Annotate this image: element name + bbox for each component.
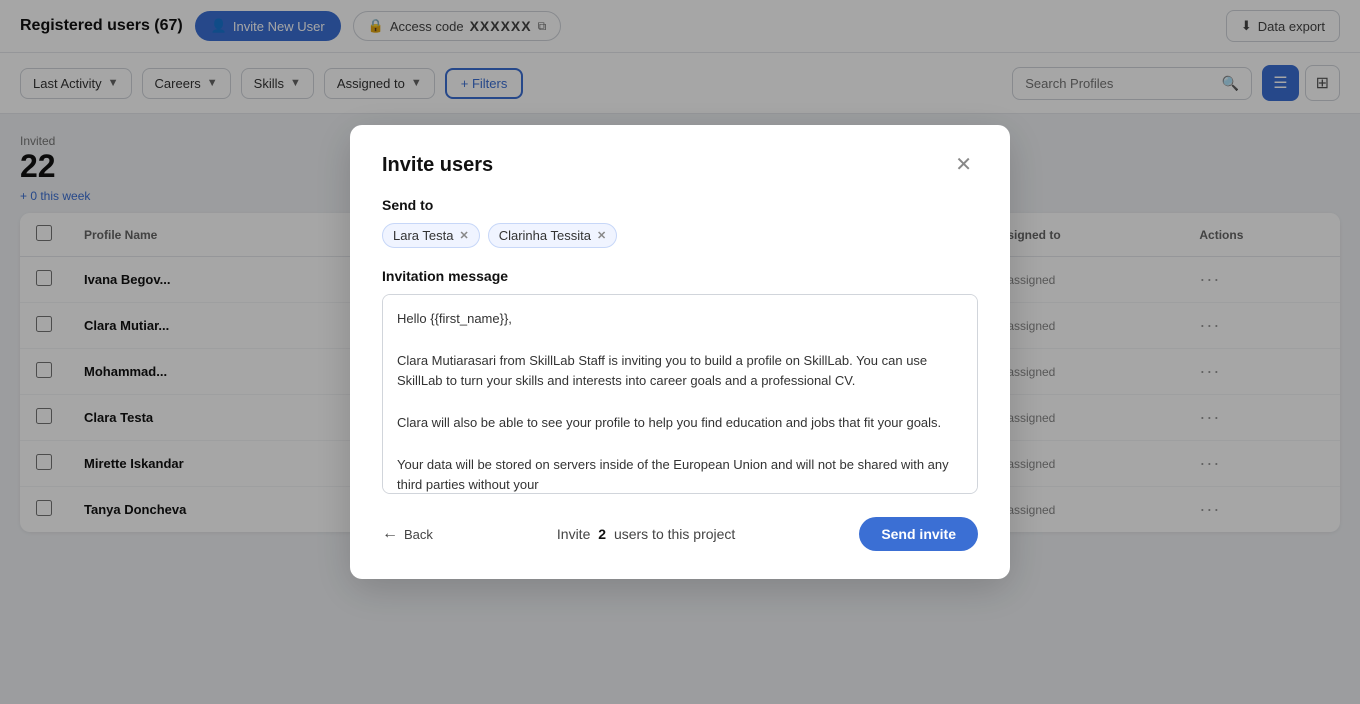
invite-users-modal: Invite users ✕ Send to Lara Testa ✕Clari… bbox=[350, 125, 1010, 579]
recipient-chip: Clarinha Tessita ✕ bbox=[488, 223, 617, 248]
modal-footer: ← Back Invite 2 users to this project Se… bbox=[382, 517, 978, 551]
invitation-message-label: Invitation message bbox=[382, 268, 978, 284]
chip-remove-button[interactable]: ✕ bbox=[459, 229, 468, 242]
recipient-name: Lara Testa bbox=[393, 228, 453, 243]
modal-title: Invite users bbox=[382, 154, 493, 177]
modal-close-button[interactable]: ✕ bbox=[949, 153, 978, 177]
invite-prefix: Invite bbox=[557, 526, 590, 542]
back-button[interactable]: ← Back bbox=[382, 525, 433, 543]
modal-overlay[interactable]: Invite users ✕ Send to Lara Testa ✕Clari… bbox=[0, 0, 1360, 704]
modal-header: Invite users ✕ bbox=[382, 153, 978, 177]
back-arrow-icon: ← bbox=[382, 525, 398, 543]
recipients-row: Lara Testa ✕Clarinha Tessita ✕ bbox=[382, 223, 978, 248]
chip-remove-button[interactable]: ✕ bbox=[597, 229, 606, 242]
send-invite-button[interactable]: Send invite bbox=[859, 517, 978, 551]
invite-count: 2 bbox=[598, 526, 606, 542]
send-to-label: Send to bbox=[382, 197, 978, 213]
invite-suffix: users to this project bbox=[614, 526, 735, 542]
invite-count-area: Invite 2 users to this project bbox=[557, 526, 735, 542]
recipient-name: Clarinha Tessita bbox=[499, 228, 591, 243]
invitation-message-textarea[interactable] bbox=[382, 294, 978, 494]
recipient-chip: Lara Testa ✕ bbox=[382, 223, 480, 248]
